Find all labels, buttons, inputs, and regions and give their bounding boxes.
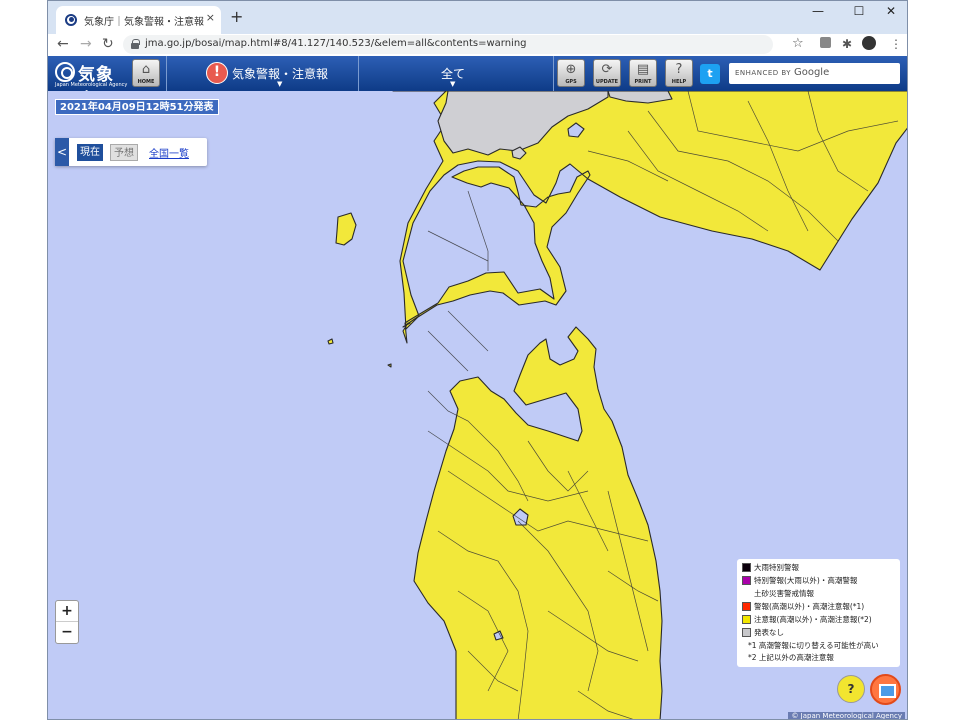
site-search-input[interactable]: ENHANCED BY Google (729, 63, 900, 84)
browser-menu-icon[interactable]: ⋮ (890, 37, 902, 51)
issued-time: 2021年04月09日12時51分発表 (55, 99, 219, 115)
tab-close-icon[interactable]: × (206, 11, 215, 24)
legend-label: 警報(高潮以外)・高潮注意報(*1) (754, 602, 865, 611)
print-button[interactable]: ▤ PRINT (629, 59, 657, 87)
site-header: 気象庁 Japan Meteorological Agency ⌂ HOME 気… (48, 56, 907, 110)
lock-icon (131, 39, 140, 49)
browser-toolbar: ← → ↻ jma.go.jp/bosai/map.html#8/41.127/… (48, 34, 907, 56)
search-enhanced-label: ENHANCED BY (735, 69, 792, 77)
legend-row: 特別警報(大雨以外)・高潮警報 (742, 575, 895, 588)
legend-row: 注意報(高潮以外)・高潮注意報(*2) (742, 614, 895, 627)
refresh-icon: ⟳ (601, 62, 613, 77)
legend-row: 発表なし (742, 627, 895, 640)
update-button[interactable]: ⟳ UPDATE (593, 59, 621, 87)
logo-subtitle: Japan Meteorological Agency (55, 82, 128, 88)
profile-avatar-icon[interactable] (862, 36, 876, 50)
minimize-button[interactable]: — (804, 4, 832, 18)
legend-note: *1 高潮警報に切り替える可能性が高い (748, 641, 879, 650)
header-divider (553, 56, 554, 91)
new-tab-button[interactable]: + (230, 7, 243, 26)
gps-button-label: GPS (565, 79, 577, 85)
legend-label: 特別警報(大雨以外)・高潮警報 (754, 576, 858, 585)
reload-button[interactable]: ↻ (102, 36, 114, 52)
help-button-label: HELP (671, 79, 687, 85)
warnings-menu-caret-icon: ▼ (277, 80, 283, 88)
extension-icon[interactable] (820, 37, 831, 48)
copyright: © Japan Meteorological Agency (788, 712, 905, 719)
help-button[interactable]: ? HELP (665, 59, 693, 87)
mode-forecast-button[interactable]: 予想 (110, 144, 138, 161)
search-google-label: Google (793, 67, 830, 78)
legend-row: 大雨特別警報 (742, 562, 895, 575)
mode-current-button[interactable]: 現在 (77, 144, 103, 161)
address-bar[interactable]: jma.go.jp/bosai/map.html#8/41.127/140.52… (123, 35, 773, 54)
zoom-in-button[interactable]: + (56, 601, 78, 622)
bookmark-star-icon[interactable]: ☆ (792, 36, 804, 51)
url-text: jma.go.jp/bosai/map.html#8/41.127/140.52… (145, 38, 527, 49)
islet (387, 363, 392, 368)
tab-title: 気象庁｜気象警報・注意報 (84, 17, 204, 28)
extensions-puzzle-icon[interactable]: ✱ (842, 37, 852, 51)
jma-logo-mark-icon (55, 62, 75, 82)
gps-button[interactable]: ⊕ GPS (557, 59, 585, 87)
question-icon: ? (675, 62, 683, 77)
zoom-control: + − (55, 600, 79, 644)
warning-icon (206, 62, 228, 84)
map-legend: 大雨特別警報 特別警報(大雨以外)・高潮警報 土砂災害警戒情報 警報(高潮以外)… (737, 559, 900, 667)
print-button-label: PRINT (634, 79, 652, 85)
update-button-label: UPDATE (595, 79, 619, 85)
legend-swatch (742, 576, 751, 585)
header-divider (166, 56, 167, 91)
legend-swatch (742, 602, 751, 611)
window-close-button[interactable]: ✕ (877, 4, 905, 18)
home-button[interactable]: ⌂ HOME (132, 59, 160, 87)
legend-label: 大雨特別警報 (754, 563, 799, 572)
forward-button[interactable]: → (80, 36, 92, 52)
guide-button-icon[interactable]: ? (837, 675, 865, 703)
mode-selector: < 現在 予想 全国一覧 (55, 138, 207, 166)
okushiri-island (335, 212, 357, 246)
browser-window: 気象庁｜気象警報・注意報 × + — ☐ ✕ ← → ↻ jma.go.jp/b… (47, 0, 908, 720)
manual-book-icon[interactable] (870, 674, 901, 705)
home-icon: ⌂ (141, 62, 151, 77)
browser-tab[interactable]: 気象庁｜気象警報・注意報 × (56, 6, 221, 34)
header-divider (358, 56, 359, 91)
back-button[interactable]: ← (57, 36, 69, 52)
printer-icon: ▤ (636, 62, 650, 77)
gps-target-icon: ⊕ (565, 62, 577, 77)
legend-label: 注意報(高潮以外)・高潮注意報(*2) (754, 615, 872, 624)
jma-favicon-icon (65, 14, 77, 26)
legend-row: 土砂災害警戒情報 (742, 588, 895, 601)
legend-row: 警報(高潮以外)・高潮注意報(*1) (742, 601, 895, 614)
jma-logo[interactable]: 気象庁 Japan Meteorological Agency (55, 58, 128, 110)
legend-label: 発表なし (754, 628, 784, 637)
twitter-icon[interactable]: t (700, 64, 720, 84)
tohoku-region (413, 326, 663, 719)
filter-menu-caret-icon: ▼ (450, 80, 456, 88)
legend-swatch (742, 563, 751, 572)
nationwide-list-link[interactable]: 全国一覧 (149, 145, 189, 160)
tab-strip: 気象庁｜気象警報・注意報 × + — ☐ ✕ (48, 1, 907, 34)
legend-swatch (742, 615, 751, 624)
legend-swatch (742, 628, 751, 637)
home-button-label: HOME (137, 79, 155, 85)
islet (327, 338, 334, 345)
warning-map[interactable]: 2021年04月09日12時51分発表 < 現在 予想 全国一覧 + − 大雨特… (48, 91, 907, 719)
zoom-out-button[interactable]: − (56, 622, 78, 643)
collapse-panel-button[interactable]: < (55, 138, 69, 166)
maximize-button[interactable]: ☐ (845, 4, 873, 18)
legend-label: 土砂災害警戒情報 (754, 589, 814, 598)
legend-note: *2 上記以外の高潮注意報 (748, 653, 834, 662)
